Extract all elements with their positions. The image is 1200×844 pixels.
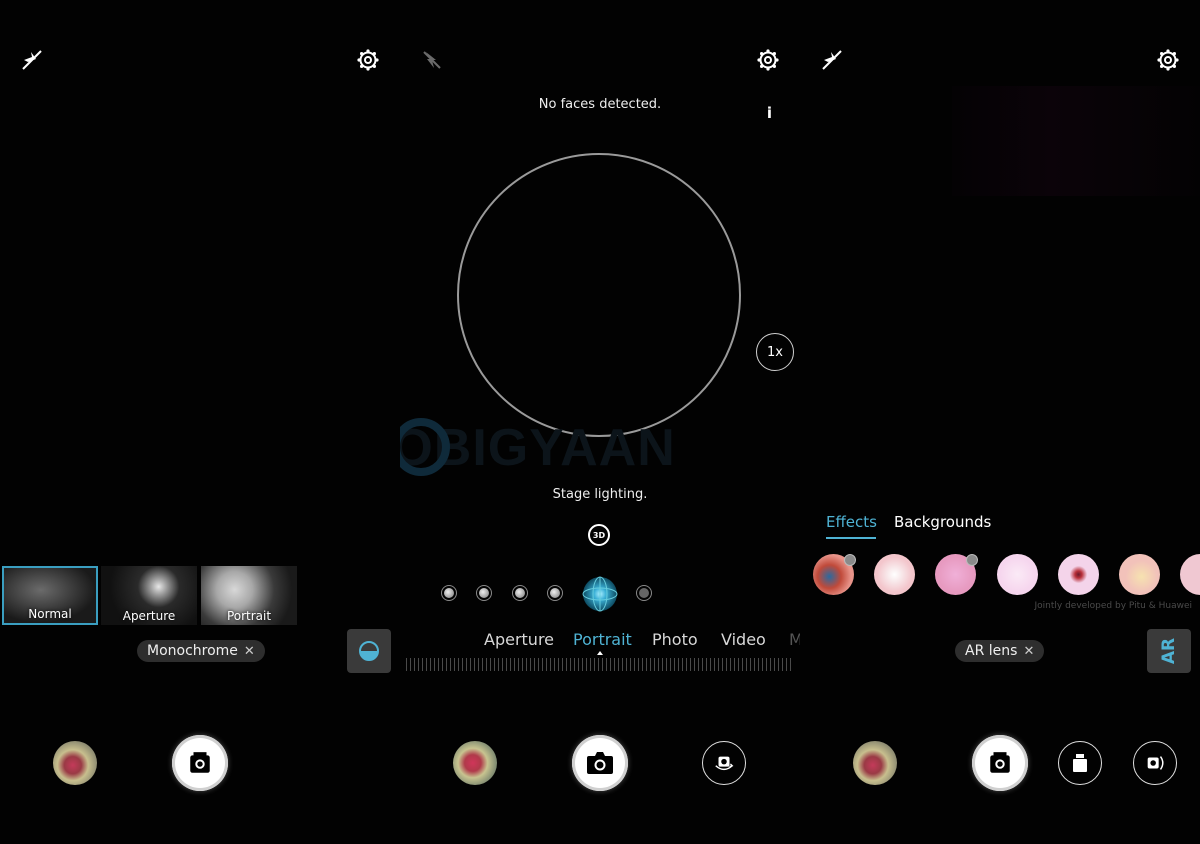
tab-backgrounds[interactable]: Backgrounds (894, 513, 991, 531)
lighting-dot-icon (515, 588, 525, 598)
filter-label: Normal (28, 607, 72, 621)
3d-label: 3D (592, 530, 606, 540)
switch-camera-icon (1147, 756, 1164, 770)
mode-video[interactable]: Video (721, 630, 766, 649)
ar-label: AR (1159, 637, 1179, 665)
camera-icon (587, 752, 613, 774)
lighting-option-butterfly[interactable] (512, 585, 528, 601)
portrait-panel: No faces detected. i 1x MOBIGYAAN Stage … (400, 0, 800, 844)
face-frame-circle (457, 153, 741, 437)
filter-label: Aperture (122, 609, 176, 623)
3d-lighting-button[interactable]: 3D (588, 524, 610, 546)
mode-photo[interactable]: Photo (652, 630, 698, 649)
flash-off-icon[interactable] (820, 48, 844, 72)
shutter-button[interactable] (172, 735, 228, 791)
shutter-button[interactable] (972, 735, 1028, 791)
tab-effects[interactable]: Effects (826, 513, 877, 531)
filter-portrait[interactable]: Portrait (201, 566, 297, 625)
filter-normal[interactable]: Normal (2, 566, 98, 625)
effect-item[interactable] (1119, 554, 1160, 595)
close-icon[interactable]: ✕ (1023, 644, 1034, 659)
monochrome-panel: Normal Aperture Portrait Monochrome ✕ (0, 0, 400, 844)
effect-item[interactable] (935, 554, 978, 595)
gear-icon[interactable] (356, 48, 380, 72)
gallery-thumbnail[interactable] (53, 741, 97, 785)
info-button[interactable]: i (767, 104, 772, 122)
gear-icon[interactable] (756, 48, 780, 72)
half-circle-icon (359, 641, 379, 661)
shutter-button[interactable] (572, 735, 628, 791)
camera-preview (952, 86, 1200, 196)
download-badge-icon (966, 554, 978, 566)
chip-label: AR lens (965, 643, 1018, 659)
ar-toggle-button[interactable]: AR (1147, 629, 1191, 673)
effect-item[interactable] (997, 554, 1038, 595)
lighting-option-stage-globe-icon[interactable] (581, 575, 619, 613)
zoom-button[interactable]: 1x (756, 333, 794, 371)
lighting-label: Stage lighting. (552, 487, 648, 502)
lighting-option-classic[interactable] (636, 585, 652, 601)
effect-item[interactable] (1180, 554, 1200, 595)
lighting-option-natural[interactable] (441, 585, 457, 601)
jar-icon (1073, 754, 1087, 772)
gallery-thumbnail[interactable] (853, 741, 897, 785)
face-detection-status: No faces detected. (538, 97, 662, 112)
active-tab-indicator (826, 537, 876, 539)
lighting-option-soft[interactable] (476, 585, 492, 601)
mode-more[interactable]: M (789, 630, 800, 649)
chip-label: Monochrome (147, 643, 238, 659)
filter-aperture[interactable]: Aperture (101, 566, 197, 625)
effect-item[interactable] (1058, 554, 1099, 595)
mode-bar: Aperture Portrait Photo Video M (400, 630, 800, 652)
mode-scroll-ticks[interactable] (406, 658, 794, 671)
lighting-dot-icon (444, 588, 454, 598)
active-mode-indicator (597, 651, 603, 655)
camera-icon (190, 752, 210, 773)
mode-portrait[interactable]: Portrait (573, 630, 632, 649)
credit-text: Jointly developed by Pitu & Huawei (1034, 601, 1192, 611)
gear-icon[interactable] (1156, 48, 1180, 72)
filter-label: Portrait (226, 609, 272, 623)
switch-camera-button[interactable] (702, 741, 746, 785)
effect-item[interactable] (874, 554, 915, 595)
gallery-thumbnail[interactable] (453, 741, 497, 785)
beauty-toggle-button[interactable] (347, 629, 391, 673)
switch-camera-button[interactable] (1133, 741, 1177, 785)
flash-off-icon[interactable] (20, 48, 44, 72)
lighting-dot-icon (479, 588, 489, 598)
lighting-dot-icon (550, 588, 560, 598)
effect-item[interactable] (813, 554, 856, 595)
ar-lens-panel: Effects Backgrounds Jointly developed by… (800, 0, 1200, 844)
mode-aperture[interactable]: Aperture (484, 630, 554, 649)
switch-camera-icon (715, 756, 734, 771)
lighting-option-split[interactable] (547, 585, 563, 601)
jar-button[interactable] (1058, 741, 1102, 785)
flash-off-icon[interactable] (420, 48, 444, 72)
camera-icon (990, 752, 1010, 773)
ar-lens-chip[interactable]: AR lens ✕ (955, 640, 1045, 662)
lighting-dot-icon (639, 588, 649, 598)
download-badge-icon (844, 554, 856, 566)
close-icon[interactable]: ✕ (244, 644, 255, 659)
monochrome-chip[interactable]: Monochrome ✕ (137, 640, 265, 662)
